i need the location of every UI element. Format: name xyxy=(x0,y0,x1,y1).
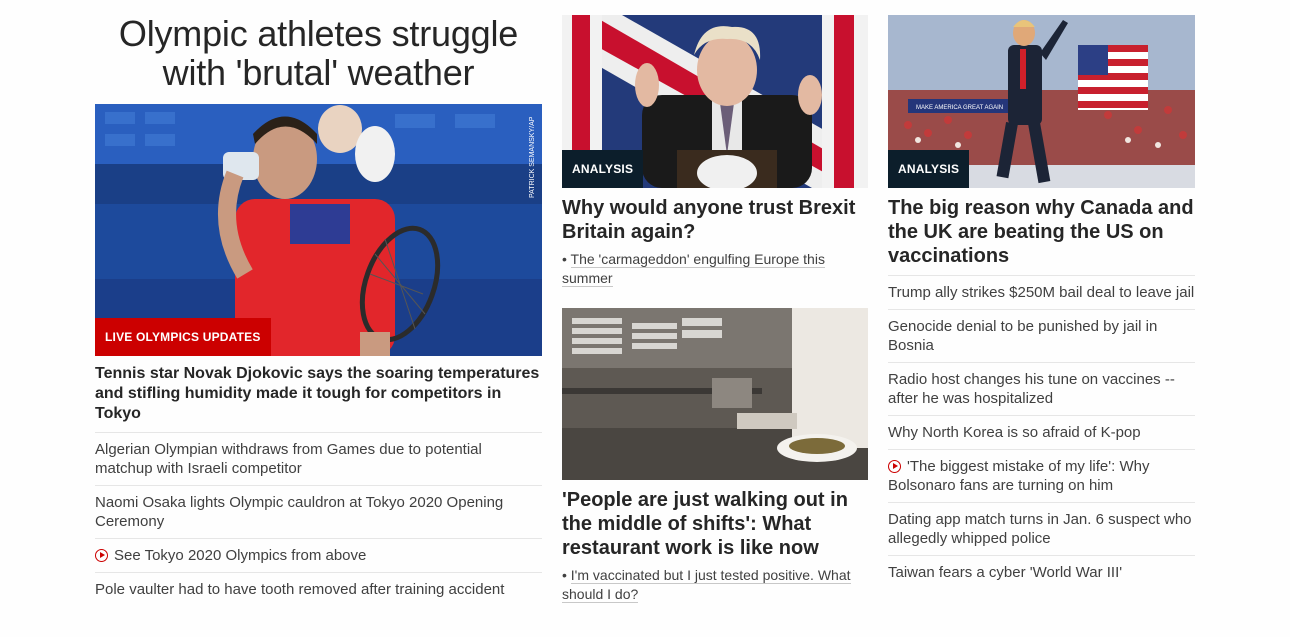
olympics-list: Algerian Olympian withdraws from Games d… xyxy=(95,433,542,606)
olympics-column: Olympic athletes struggle with 'brutal' … xyxy=(95,0,542,606)
rally-sign-text: MAKE AMERICA GREAT AGAIN xyxy=(916,105,1003,111)
list-item-link[interactable]: Taiwan fears a cyber 'World War III' xyxy=(888,564,1122,581)
olympics-headline[interactable]: Olympic athletes struggle with 'brutal' … xyxy=(95,14,542,92)
list-item-link[interactable]: Genocide denial to be punished by jail i… xyxy=(888,318,1157,354)
restaurant-image xyxy=(562,308,868,480)
related-link-text[interactable]: I'm vaccinated but I just tested positiv… xyxy=(562,567,851,603)
list-item-link[interactable]: 'The biggest mistake of my life': Why Bo… xyxy=(888,458,1149,494)
list-item[interactable]: Genocide denial to be punished by jail i… xyxy=(888,310,1195,363)
list-item-link[interactable]: Dating app match turns in Jan. 6 suspect… xyxy=(888,511,1192,547)
list-item-link[interactable]: Trump ally strikes $250M bail deal to le… xyxy=(888,284,1194,301)
related-link[interactable]: • The 'carmageddon' engulfing Europe thi… xyxy=(562,250,868,288)
list-item[interactable]: Radio host changes his tune on vaccines … xyxy=(888,363,1195,416)
olympics-lead-link[interactable]: Tennis star Novak Djokovic says the soar… xyxy=(95,364,542,433)
video-play-icon xyxy=(95,549,108,562)
list-item-link[interactable]: Radio host changes his tune on vaccines … xyxy=(888,371,1175,407)
list-item[interactable]: Naomi Osaka lights Olympic cauldron at T… xyxy=(95,486,542,539)
list-item[interactable]: Taiwan fears a cyber 'World War III' xyxy=(888,556,1195,589)
photo-credit: PATRICK SEMANSKY/AP xyxy=(529,116,536,198)
list-item[interactable]: Why North Korea is so afraid of K-pop xyxy=(888,416,1195,450)
list-item[interactable]: See Tokyo 2020 Olympics from above xyxy=(95,539,542,573)
list-item[interactable]: Trump ally strikes $250M bail deal to le… xyxy=(888,276,1195,310)
list-item[interactable]: Dating app match turns in Jan. 6 suspect… xyxy=(888,503,1195,556)
list-item-link[interactable]: Naomi Osaka lights Olympic cauldron at T… xyxy=(95,494,503,530)
list-item-link[interactable]: See Tokyo 2020 Olympics from above xyxy=(114,547,366,564)
brexit-headline[interactable]: Why would anyone trust Brexit Britain ag… xyxy=(562,196,868,244)
video-play-icon xyxy=(888,460,901,473)
list-item[interactable]: Algerian Olympian withdraws from Games d… xyxy=(95,433,542,486)
trump-photo[interactable]: MAKE AMERICA GREAT AGAIN ANALYSIS xyxy=(888,15,1195,188)
list-item-link[interactable]: Why North Korea is so afraid of K-pop xyxy=(888,424,1141,441)
news-list: Trump ally strikes $250M bail deal to le… xyxy=(888,276,1195,589)
restaurant-headline[interactable]: 'People are just walking out in the midd… xyxy=(562,488,868,560)
right-column: MAKE AMERICA GREAT AGAIN ANALYSIS The bi… xyxy=(888,0,1195,589)
list-item[interactable]: Pole vaulter had to have tooth removed a… xyxy=(95,573,542,606)
restaurant-photo[interactable] xyxy=(562,308,868,480)
live-updates-label[interactable]: LIVE OLYMPICS UPDATES xyxy=(95,318,271,356)
djokovic-photo[interactable]: PATRICK SEMANSKY/AP LIVE OLYMPICS UPDATE… xyxy=(95,104,542,356)
middle-column: ANALYSIS Why would anyone trust Brexit B… xyxy=(562,0,868,603)
brexit-photo[interactable]: ANALYSIS xyxy=(562,15,868,188)
list-item-link[interactable]: Pole vaulter had to have tooth removed a… xyxy=(95,581,504,598)
related-link-text[interactable]: The 'carmageddon' engulfing Europe this … xyxy=(562,251,825,287)
related-link[interactable]: • I'm vaccinated but I just tested posit… xyxy=(562,566,868,604)
list-item[interactable]: 'The biggest mistake of my life': Why Bo… xyxy=(888,450,1195,503)
vaccination-headline[interactable]: The big reason why Canada and the UK are… xyxy=(888,196,1195,276)
list-item-link[interactable]: Algerian Olympian withdraws from Games d… xyxy=(95,441,482,477)
analysis-label[interactable]: ANALYSIS xyxy=(562,150,644,188)
analysis-label[interactable]: ANALYSIS xyxy=(888,150,970,188)
